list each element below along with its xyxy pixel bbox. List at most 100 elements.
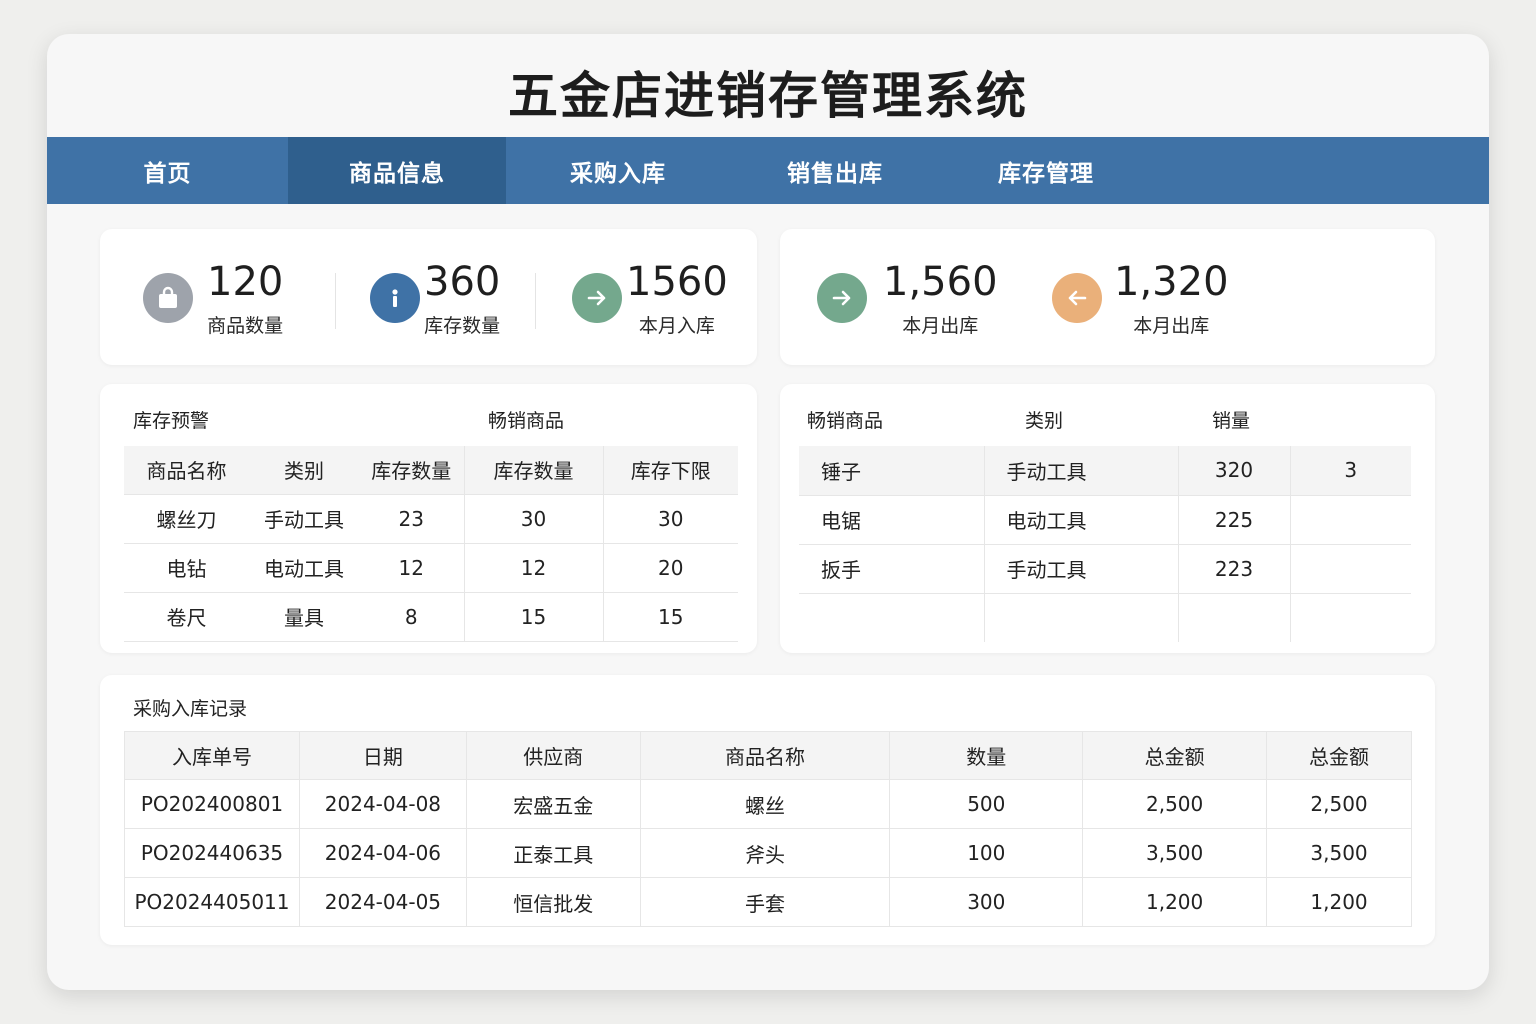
column-header[interactable]: 日期 [299, 731, 467, 780]
stat-label: 本月出库 [1133, 315, 1210, 337]
stats-card-left: 120 商品数量 360 库存数量 1560 本月入库 [100, 229, 757, 365]
cell-date: 2024-04-05 [299, 877, 467, 927]
cell-category: 手动工具 [249, 494, 359, 544]
panel-title: 采购入库记录 [133, 698, 248, 720]
cell-order-id: PO2024405011 [124, 877, 300, 927]
cell-category: 量具 [249, 592, 359, 642]
column-header[interactable]: 商品名称 [124, 446, 249, 495]
column-header: 类别 [1025, 410, 1064, 432]
column-header[interactable]: 商品名称 [640, 731, 891, 780]
table-header-row: 商品名称 类别 库存数量 库存数量 库存下限 [124, 446, 738, 495]
cell-date: 2024-04-08 [299, 779, 467, 829]
cell-name: 卷尺 [124, 592, 249, 642]
stat-label: 商品数量 [207, 315, 284, 337]
table-row[interactable]: PO202440635 2024-04-06 正泰工具 斧头 100 3,500… [124, 828, 1412, 878]
info-icon [370, 273, 420, 323]
cell-empty [1290, 593, 1411, 642]
cell-qty: 12 [463, 543, 603, 593]
cell-qty: 100 [889, 828, 1084, 878]
cell-qty: 15 [463, 592, 603, 642]
cell-empty [1178, 593, 1291, 642]
nav-item-home[interactable]: 首页 [47, 137, 288, 204]
cell-empty [799, 593, 985, 642]
nav-item-inventory[interactable]: 库存管理 [940, 137, 1152, 204]
column-header[interactable]: 总金额 [1266, 731, 1412, 780]
cell-min: 20 [602, 543, 738, 593]
table-row[interactable]: 电锯 电动工具 225 [799, 495, 1411, 545]
stat-month-out-1: 1,560 本月出库 [817, 259, 998, 338]
stat-value: 1,320 [1114, 259, 1229, 305]
table-header-row: 入库单号 日期 供应商 商品名称 数量 总金额 总金额 [124, 731, 1412, 780]
table-row[interactable]: PO2024405011 2024-04-05 恒信批发 手套 300 1,20… [124, 877, 1412, 927]
cell-order-id: PO202440635 [124, 828, 300, 878]
column-header[interactable]: 类别 [249, 446, 359, 495]
cell-sales: 320 [1178, 446, 1291, 496]
table-row[interactable]: 螺丝刀 手动工具 23 30 30 [124, 494, 738, 544]
arrow-left-icon [1052, 273, 1102, 323]
cell-qty: 300 [889, 877, 1084, 927]
column-header[interactable]: 供应商 [466, 731, 641, 780]
table-row[interactable]: 卷尺 量具 8 15 15 [124, 592, 738, 642]
column-header[interactable]: 库存下限 [602, 446, 738, 495]
cell-category: 手动工具 [984, 446, 1179, 496]
cell-supplier: 恒信批发 [466, 877, 641, 927]
cell-min: 15 [602, 592, 738, 642]
cell-amount: 3,500 [1266, 828, 1412, 878]
table-row[interactable]: 电钻 电动工具 12 12 20 [124, 543, 738, 593]
table-row [799, 593, 1411, 642]
cell-product: 螺丝 [640, 779, 891, 829]
stat-value: 360 [424, 259, 501, 305]
cell-extra [1290, 544, 1411, 594]
cell-supplier: 正泰工具 [466, 828, 641, 878]
bestseller-table: 锤子 手动工具 320 3 电锯 电动工具 225 扳手 手动工具 223 [799, 446, 1411, 642]
cell-sales: 225 [1178, 495, 1291, 545]
main-nav: 首页 商品信息 采购入库 销售出库 库存管理 [47, 137, 1489, 204]
column-header[interactable]: 库存数量 [359, 446, 464, 495]
cell-amount: 1,200 [1082, 877, 1268, 927]
column-header[interactable]: 库存数量 [463, 446, 603, 495]
app-title: 五金店进销存管理系统 [508, 67, 1028, 125]
cell-name: 螺丝刀 [124, 494, 249, 544]
cell-date: 2024-04-06 [299, 828, 467, 878]
cell-min: 30 [602, 494, 738, 544]
cell-product: 斧头 [640, 828, 891, 878]
stat-value: 1560 [626, 259, 728, 305]
cell-sales: 223 [1178, 544, 1291, 594]
cell-qty: 500 [889, 779, 1084, 829]
column-header[interactable]: 总金额 [1082, 731, 1268, 780]
table-row[interactable]: 扳手 手动工具 223 [799, 544, 1411, 594]
stat-product-count: 120 商品数量 [143, 259, 283, 338]
cell-amount: 1,200 [1266, 877, 1412, 927]
column-header: 畅销商品 [807, 410, 884, 432]
cell-product: 手套 [640, 877, 891, 927]
column-header[interactable]: 数量 [889, 731, 1084, 780]
stats-card-right: 1,560 本月出库 1,320 本月出库 [780, 229, 1435, 365]
nav-item-purchase[interactable]: 采购入库 [506, 137, 730, 204]
panel-title: 库存预警 [133, 410, 210, 432]
cell-amount: 2,500 [1266, 779, 1412, 829]
cell-category: 手动工具 [984, 544, 1179, 594]
cell-category: 电动工具 [249, 543, 359, 593]
purchase-table: 入库单号 日期 供应商 商品名称 数量 总金额 总金额 PO202400801 … [124, 731, 1412, 927]
table-row[interactable]: PO202400801 2024-04-08 宏盛五金 螺丝 500 2,500… [124, 779, 1412, 829]
table-row[interactable]: 锤子 手动工具 320 3 [799, 446, 1411, 496]
stat-stock-count: 360 库存数量 [370, 259, 500, 338]
cell-name: 扳手 [799, 544, 985, 594]
cell-supplier: 宏盛五金 [466, 779, 641, 829]
cell-name: 电锯 [799, 495, 985, 545]
bestseller-panel: 畅销商品 类别 销量 锤子 手动工具 320 3 电锯 电动工具 225 扳手 … [780, 384, 1435, 653]
nav-item-sales[interactable]: 销售出库 [730, 137, 940, 204]
nav-item-products[interactable]: 商品信息 [288, 137, 506, 204]
cell-amount: 3,500 [1082, 828, 1268, 878]
app-window: 五金店进销存管理系统 首页 商品信息 采购入库 销售出库 库存管理 120 商品… [47, 34, 1489, 990]
shopping-bag-icon [143, 273, 193, 323]
cell-qty: 23 [359, 494, 464, 544]
divider [335, 273, 336, 329]
purchase-records-panel: 采购入库记录 入库单号 日期 供应商 商品名称 数量 总金额 总金额 PO202… [100, 675, 1435, 945]
arrow-right-icon [817, 273, 867, 323]
stat-value: 120 [207, 259, 284, 305]
stat-month-in: 1560 本月入库 [572, 259, 728, 338]
divider [535, 273, 536, 329]
column-header[interactable]: 入库单号 [124, 731, 300, 780]
stat-label: 本月出库 [902, 315, 979, 337]
